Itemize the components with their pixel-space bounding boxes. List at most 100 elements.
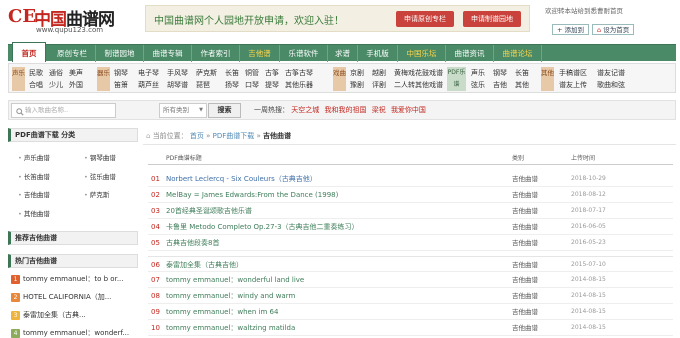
subnav-item[interactable]: 葫芦丝 (138, 80, 159, 90)
subnav-item[interactable]: 二人转 (394, 80, 415, 90)
subnav-item[interactable]: 琵琶 (196, 80, 210, 90)
nav-guitar[interactable]: 吉他谱 (240, 45, 280, 62)
hot-song-item[interactable]: 2 HOTEL CALIFORNIA（加... (11, 292, 111, 302)
row-title-link[interactable]: tommy emmanuel：waltzing matilda (166, 320, 295, 336)
nav-home[interactable]: 首页 (12, 42, 46, 62)
row-date: 2014-08-15 (571, 308, 606, 315)
row-title-link[interactable]: tommy emmanuel：when im 64 (166, 304, 278, 320)
hot-song-item[interactable]: 3 泰雷加全集（古典... (11, 310, 86, 320)
subnav-label-instrument: 器乐 (97, 67, 110, 91)
subnav-item[interactable]: 电子琴 (138, 68, 159, 78)
subnav-item[interactable]: 黄梅戏 (394, 68, 415, 78)
subnav-pdf: PDF乐谱 声乐 钢琴 长笛 弦乐 吉他 其他 (447, 67, 537, 91)
row-title-link[interactable]: tommy emmanuel：wonderful land live (166, 272, 304, 288)
subnav-item[interactable]: 手风琴 (167, 68, 188, 78)
subnav-item[interactable]: 弦乐 (471, 80, 485, 90)
row-category: 吉他曲谱 (512, 191, 538, 199)
subnav-item[interactable]: 美声 (69, 68, 83, 78)
row-title-link[interactable]: MelBay = James Edwards:From the Dance (1… (166, 187, 338, 203)
row-category: 吉他曲谱 (512, 207, 538, 215)
subnav-item[interactable]: 铜管 (245, 68, 259, 78)
row-title-link[interactable]: 20首经典圣诞颂歌吉他乐谱 (166, 203, 252, 219)
hot-song-item[interactable]: 1 tommy emmanuel：to b or... (11, 274, 124, 284)
subnav-item[interactable]: 萨克斯 (196, 68, 217, 78)
hot-link[interactable]: 梁祝 (372, 106, 386, 114)
hot-link[interactable]: 天空之城 (291, 106, 319, 114)
subnav-item[interactable]: 谱友记谱 (597, 68, 625, 78)
subnav-item[interactable]: 口琴 (245, 80, 259, 90)
subnav-item[interactable]: 越剧 (372, 68, 386, 78)
apply-garden-button[interactable]: 申请制谱园地 (463, 11, 521, 27)
nav-request[interactable]: 求谱 (328, 45, 358, 62)
nav-albums[interactable]: 曲谱专辑 (144, 45, 192, 62)
site-logo[interactable]: CE 中国曲谱网 www.qupu123.com (8, 3, 130, 37)
subnav-item[interactable]: 长笛 (225, 68, 239, 78)
pdf-category-item[interactable]: 长笛曲谱 (18, 171, 50, 181)
subnav-item[interactable]: 其他戏谱 (415, 80, 443, 90)
breadcrumb-home[interactable]: 首页 (190, 132, 204, 140)
subnav-item[interactable]: 手稿谱区 (559, 68, 587, 78)
subnav-item[interactable]: 古筝 (265, 68, 279, 78)
subnav-item[interactable]: 钢琴 (493, 68, 507, 78)
subnav-item[interactable]: 豫剧 (350, 80, 364, 90)
hot-link[interactable]: 我爱你中国 (391, 106, 426, 114)
pdf-category-item[interactable]: 萨克斯 (84, 189, 110, 199)
subnav-item[interactable]: 外国 (69, 80, 83, 90)
nav-authors[interactable]: 作者索引 (192, 45, 240, 62)
pdf-category-title: PDF曲谱下载 分类 (8, 128, 138, 142)
subnav-item[interactable]: 胡琴谱 (167, 80, 188, 90)
subnav-item[interactable]: 京剧 (350, 68, 364, 78)
row-title-link[interactable]: 卡鲁里 Metodo Completo Op.27-3（古典吉他二重奏练习） (166, 219, 359, 235)
subnav-instrument: 器乐 钢琴 电子琴 手风琴 萨克斯 长笛 铜管 古筝 古筝古琴 笛箫 葫芦丝 胡… (97, 67, 317, 91)
pdf-category-item[interactable]: 钢琴曲谱 (84, 152, 116, 162)
row-category: 吉他曲谱 (512, 223, 538, 231)
nav-music-world[interactable]: 中国乐坛 (398, 45, 446, 62)
row-date: 2018-10-29 (571, 175, 606, 182)
row-number: 10 (151, 324, 160, 332)
subnav-item[interactable]: 少儿 (49, 80, 63, 90)
pdf-category-item[interactable]: 吉他曲谱 (18, 189, 50, 199)
subnav-item[interactable]: 扬琴 (225, 80, 239, 90)
nav-mobile[interactable]: 手机版 (358, 45, 398, 62)
hot-link[interactable]: 我和我的祖国 (324, 106, 366, 114)
row-number: 06 (151, 261, 160, 269)
row-category: 吉他曲谱 (512, 276, 538, 284)
subnav-item[interactable]: 评剧 (372, 80, 386, 90)
nav-software[interactable]: 乐谱软件 (280, 45, 328, 62)
subnav-item[interactable]: 其他乐器 (285, 80, 313, 90)
subnav-item[interactable]: 钢琴 (114, 68, 128, 78)
subnav-item[interactable]: 其他 (515, 80, 529, 90)
nav-original[interactable]: 原创专栏 (49, 45, 96, 62)
nav-news[interactable]: 曲谱资讯 (446, 45, 494, 62)
row-title-link[interactable]: Norbert Leclercq - Six Couleurs（古典吉他） (166, 171, 317, 187)
set-homepage-button[interactable]: ⌂ 设为首页 (592, 24, 635, 35)
pdf-category-item[interactable]: 声乐曲谱 (18, 152, 50, 162)
hot-song-item[interactable]: 4 tommy emmanuel：wonderf... (11, 328, 129, 338)
row-title-link[interactable]: 泰雷加全集（古典吉他） (166, 257, 243, 273)
apply-column-button[interactable]: 申请原创专栏 (396, 11, 454, 27)
pdf-category-item[interactable]: 弦乐曲谱 (84, 171, 116, 181)
subnav-item[interactable]: 长笛 (515, 68, 529, 78)
subnav-item[interactable]: 笛箫 (114, 80, 128, 90)
subnav-item[interactable]: 古筝古琴 (285, 68, 313, 78)
search-input[interactable]: 输入歌曲名称.. (11, 103, 116, 118)
subnav-item[interactable]: 声乐 (471, 68, 485, 78)
subnav-item[interactable]: 民歌 (29, 68, 43, 78)
subnav-item[interactable]: 歌曲和弦 (597, 80, 625, 90)
row-title-link[interactable]: 古典吉他段奏8首 (166, 235, 219, 251)
home-icon: ⌂ (146, 132, 151, 140)
subnav-item[interactable]: 谱友上传 (559, 80, 587, 90)
nav-forum[interactable]: 曲谱论坛 (494, 45, 542, 62)
search-button[interactable]: 搜索 (208, 103, 241, 118)
add-favorite-button[interactable]: + 添加到 (552, 24, 590, 35)
subnav-item[interactable]: 提琴 (265, 80, 279, 90)
nav-garden[interactable]: 制谱园地 (96, 45, 144, 62)
subnav-item[interactable]: 通俗 (49, 68, 63, 78)
subnav-item[interactable]: 吉他 (493, 80, 507, 90)
subnav-item[interactable]: 花鼓戏谱 (415, 68, 443, 78)
breadcrumb-pdf[interactable]: PDF曲谱下载 (213, 132, 255, 140)
category-select[interactable]: 所有类别 ▼ (159, 103, 207, 118)
pdf-category-item[interactable]: 其他曲谱 (18, 208, 50, 218)
subnav-item[interactable]: 合唱 (29, 80, 43, 90)
row-title-link[interactable]: tommy emmanuel：windy and warm (166, 288, 295, 304)
